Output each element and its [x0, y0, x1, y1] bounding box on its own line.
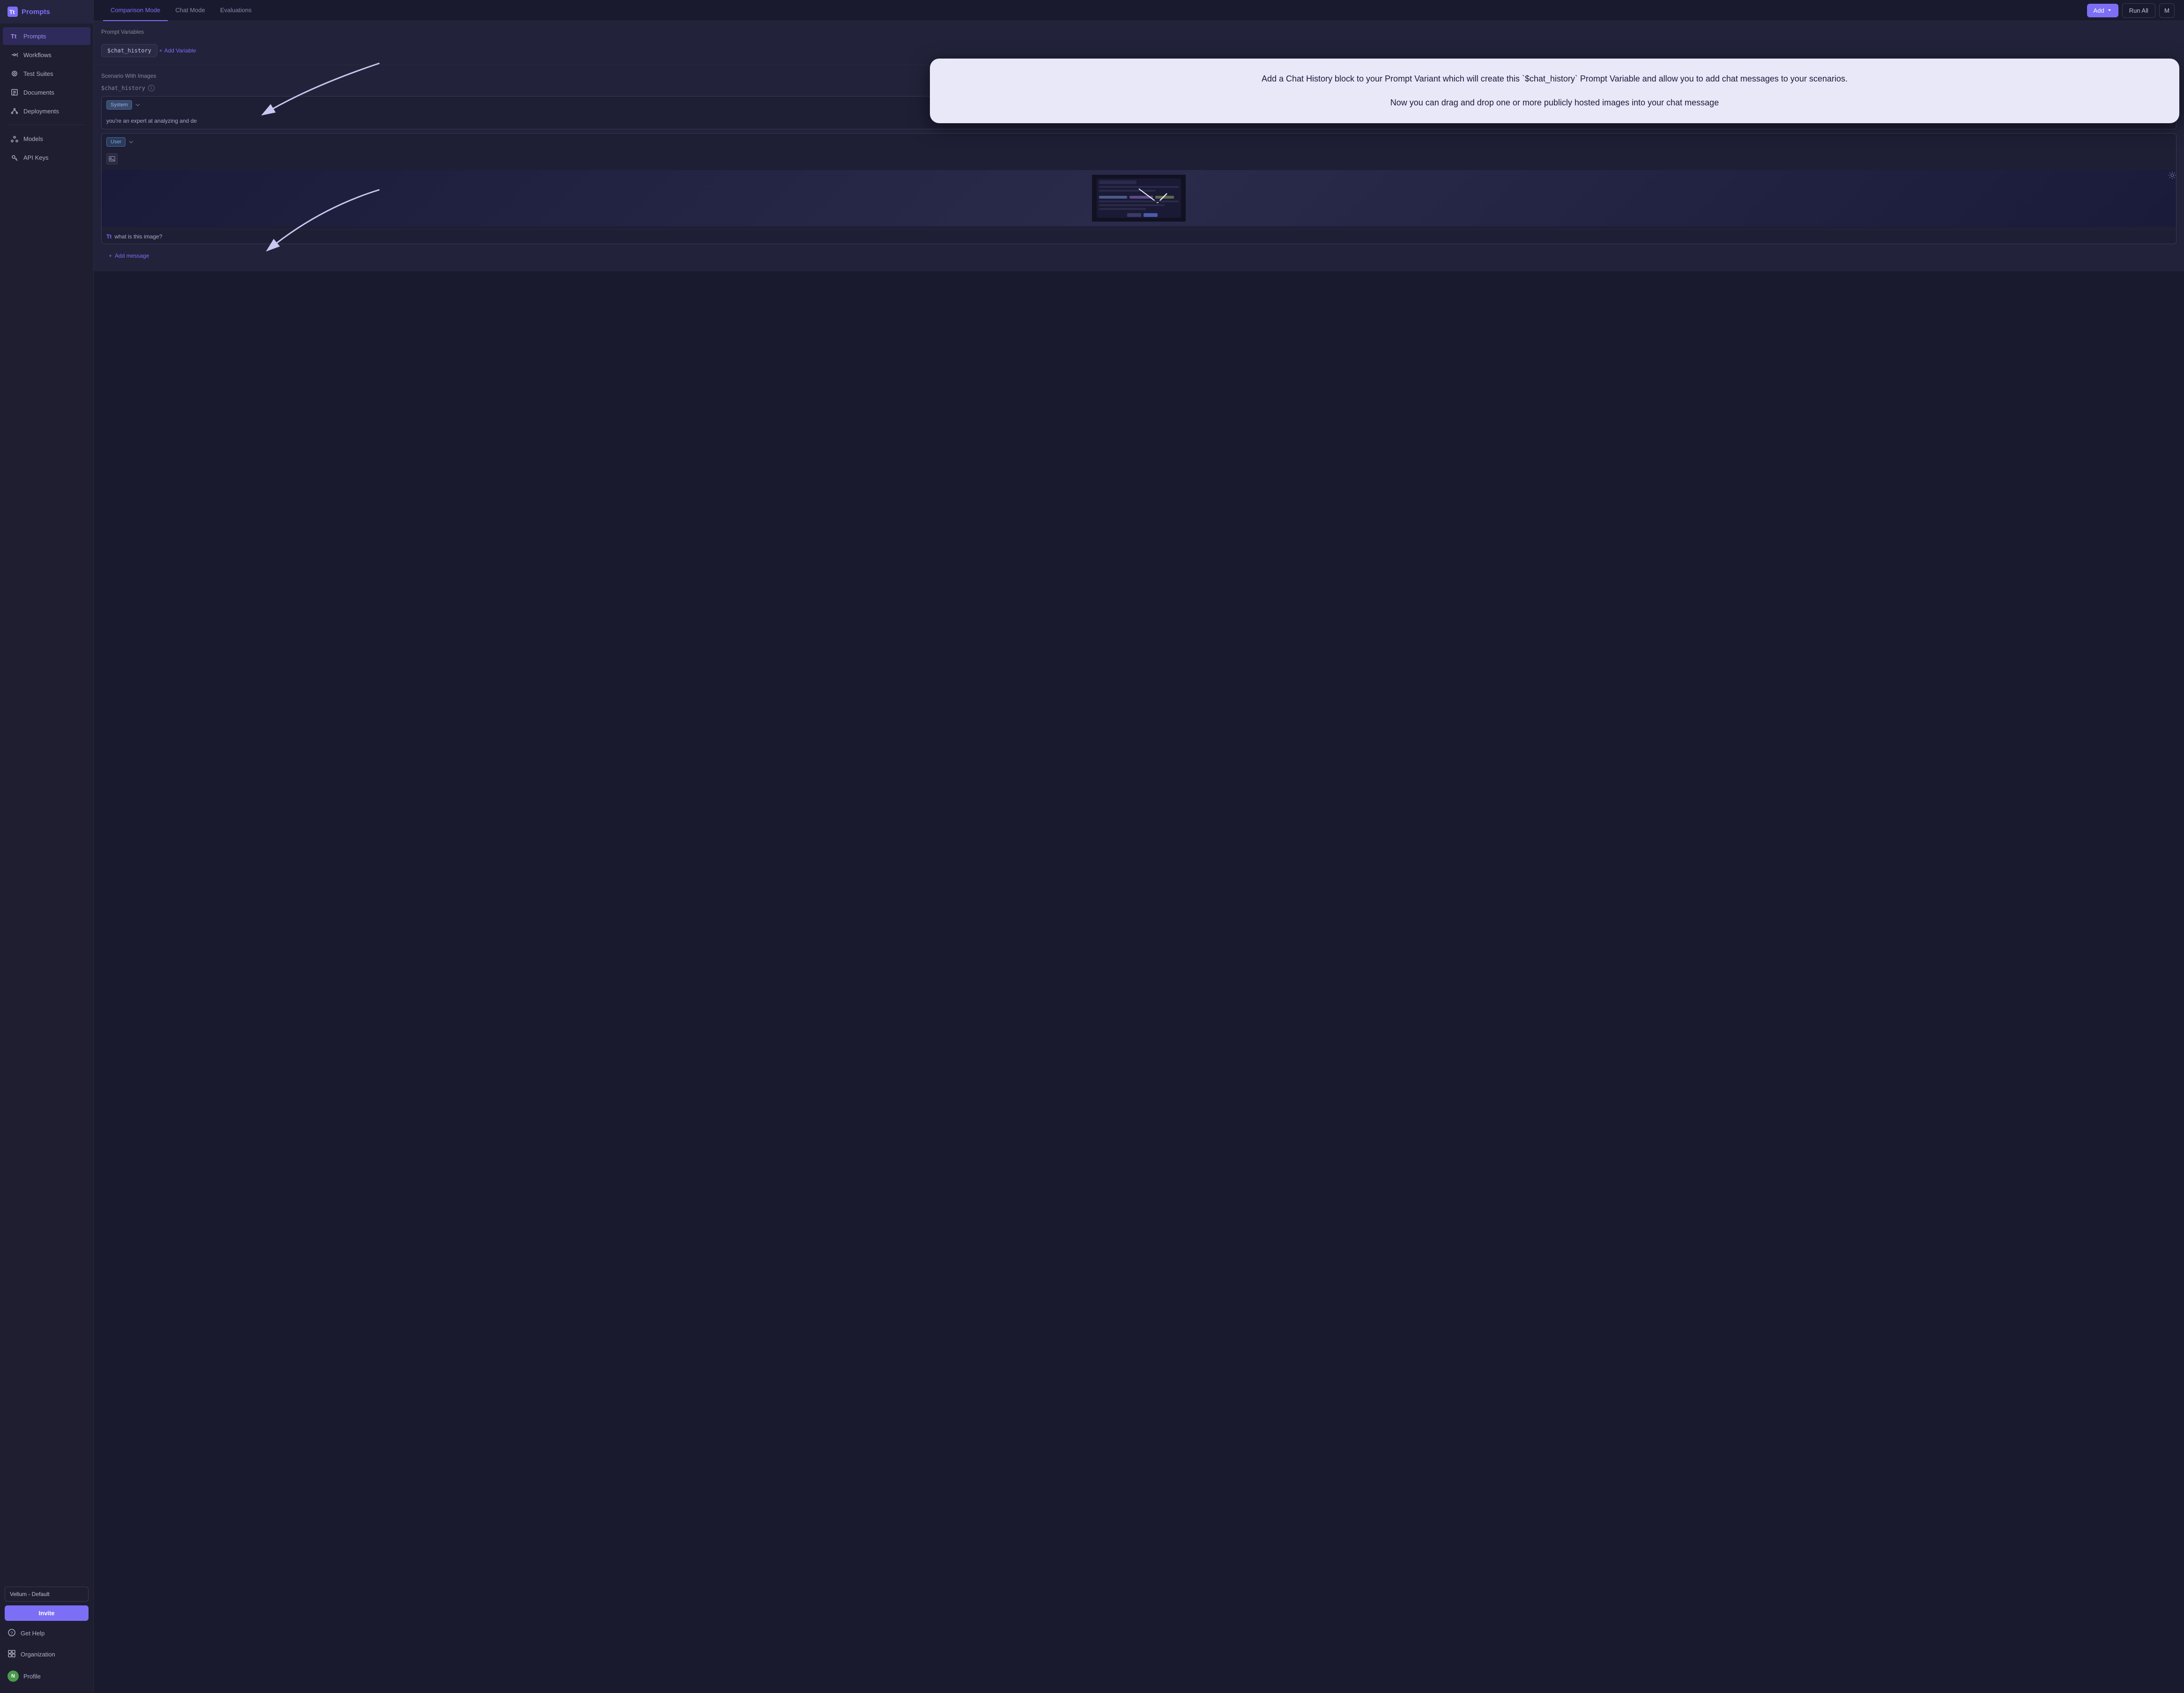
sidebar-item-get-help[interactable]: ? Get Help: [5, 1625, 89, 1642]
sidebar-item-label: Organization: [21, 1651, 55, 1658]
tabs-bar: Comparison Mode Chat Mode Evaluations Ad…: [94, 0, 2184, 21]
tooltip-overlay: Add a Chat History block to your Prompt …: [930, 59, 2179, 123]
svg-text:Tt: Tt: [9, 9, 15, 15]
sidebar-item-label: Deployments: [23, 108, 59, 115]
run-all-button[interactable]: Run All: [2122, 3, 2155, 18]
text-input-value[interactable]: what is this image?: [114, 233, 162, 240]
chat-var-name: $chat_history: [101, 85, 145, 91]
deployments-icon: [10, 107, 19, 115]
sidebar-logo-text: Prompts: [22, 8, 50, 16]
sidebar-item-models[interactable]: Models: [3, 130, 90, 148]
add-message-label: Add message: [115, 252, 149, 259]
sidebar-logo[interactable]: Tt Prompts: [0, 0, 93, 23]
svg-text:?: ?: [10, 1631, 13, 1636]
sidebar-item-workflows[interactable]: Workflows: [3, 46, 90, 64]
tooltip-top-text: Add a Chat History block to your Prompt …: [943, 73, 2166, 85]
system-chevron-icon: [135, 102, 141, 108]
add-label: Add: [2094, 7, 2104, 14]
tab-evaluations[interactable]: Evaluations: [213, 0, 259, 21]
tooltip-bottom-text: Now you can drag and drop one or more pu…: [943, 97, 2166, 109]
user-chevron-icon: [128, 139, 134, 145]
text-input-row: Tt what is this image?: [102, 229, 2176, 244]
tab-comparison[interactable]: Comparison Mode: [103, 0, 168, 21]
sidebar-item-label: Prompts: [23, 33, 46, 40]
info-icon: i: [148, 85, 155, 91]
image-placeholder: [106, 153, 118, 164]
content-area: Mode will Prompt Variables $chat_history…: [94, 21, 2184, 1693]
system-role-badge[interactable]: System: [106, 100, 132, 110]
workflows-icon: [10, 51, 19, 59]
tabs-actions: Add Run All M: [2087, 3, 2175, 18]
sidebar-item-label: API Keys: [23, 154, 48, 161]
tt-icon: Tt: [106, 233, 111, 240]
sidebar-bottom: Vellum - Default Invite ? Get Help Org: [0, 1582, 93, 1693]
invite-button[interactable]: Invite: [5, 1605, 89, 1621]
plus-icon: +: [109, 252, 112, 259]
add-button[interactable]: Add: [2087, 4, 2118, 17]
chevron-down-icon: [2107, 8, 2112, 13]
add-variable-button[interactable]: + Add Variable: [159, 45, 196, 56]
add-message-button[interactable]: + Add message: [101, 248, 2177, 264]
variable-name: $chat_history: [107, 47, 151, 54]
sidebar-item-label: Test Suites: [23, 70, 53, 77]
screenshot-preview: [102, 170, 2176, 226]
screenshot-inner: [102, 170, 2176, 226]
sidebar-item-label: Profile: [23, 1673, 41, 1680]
main-content: Comparison Mode Chat Mode Evaluations Ad…: [94, 0, 2184, 1693]
workspace-selector[interactable]: Vellum - Default: [5, 1587, 89, 1602]
sidebar-item-label: Documents: [23, 89, 54, 96]
organization-icon: [7, 1649, 16, 1659]
more-button[interactable]: M: [2159, 3, 2175, 18]
api-keys-icon: [10, 153, 19, 162]
sidebar-item-api-keys[interactable]: API Keys: [3, 149, 90, 166]
image-icon: [109, 156, 115, 162]
gear-icon: [2168, 171, 2177, 179]
user-message-block: User: [101, 133, 2177, 244]
sidebar-item-documents[interactable]: Documents: [3, 83, 90, 101]
sidebar-item-label: Models: [23, 135, 43, 142]
variable-tag: $chat_history: [101, 44, 157, 57]
sidebar-item-label: Get Help: [21, 1630, 45, 1637]
logo-icon: Tt: [7, 7, 18, 17]
get-help-icon: ?: [7, 1628, 16, 1638]
test-suites-icon: [10, 69, 19, 78]
sidebar: Tt Prompts Tt Prompts Workflows: [0, 0, 94, 1693]
user-role-row: User: [102, 134, 2176, 150]
user-role-badge[interactable]: User: [106, 137, 126, 147]
sidebar-nav: Tt Prompts Workflows Test Suites: [0, 23, 93, 1582]
documents-icon: [10, 88, 19, 97]
svg-text:Tt: Tt: [11, 33, 17, 40]
sidebar-item-deployments[interactable]: Deployments: [3, 102, 90, 120]
sidebar-item-profile[interactable]: N Profile: [5, 1667, 89, 1686]
sidebar-item-test-suites[interactable]: Test Suites: [3, 65, 90, 82]
sidebar-item-label: Workflows: [23, 52, 52, 59]
sidebar-item-prompts[interactable]: Tt Prompts: [3, 27, 90, 45]
add-variable-label: Add Variable: [164, 47, 196, 54]
avatar: N: [7, 1671, 19, 1682]
sidebar-item-organization[interactable]: Organization: [5, 1646, 89, 1663]
models-icon: [10, 134, 19, 143]
screenshot-svg: [1092, 175, 1186, 222]
prompt-variables-title: Prompt Variables: [101, 29, 2177, 35]
plus-icon: +: [159, 47, 163, 54]
prompts-icon: Tt: [10, 32, 19, 40]
tab-chat[interactable]: Chat Mode: [168, 0, 213, 21]
gear-button[interactable]: [2168, 171, 2177, 182]
